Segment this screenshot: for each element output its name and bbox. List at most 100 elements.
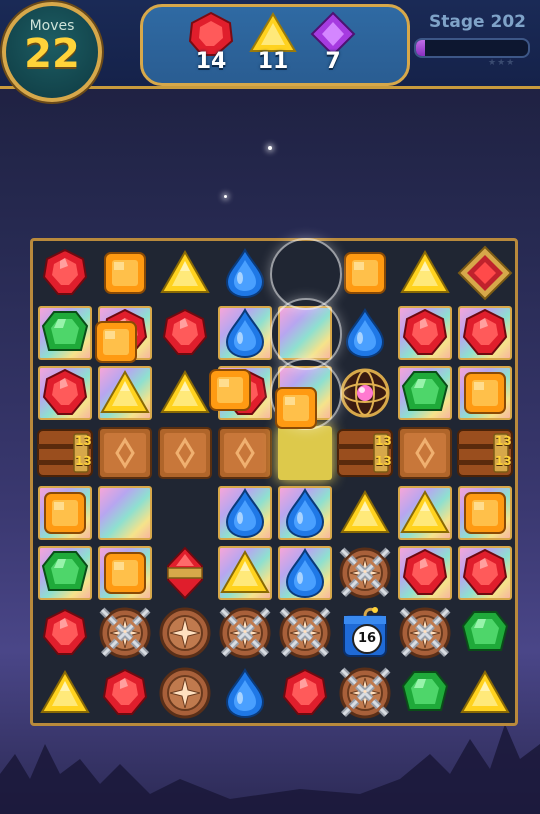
goal-yellow: 11 — [243, 11, 303, 73]
board-cell-compass[interactable] — [156, 664, 214, 722]
board-cell-orange-on-bonus[interactable] — [36, 484, 94, 542]
chain-lock-icon — [99, 607, 151, 659]
board-cell-red-diamond-tile[interactable] — [456, 244, 514, 302]
goal-red: 14 — [181, 11, 241, 73]
rainbow-orb-icon — [340, 368, 390, 418]
treasure-chest-icon — [337, 429, 393, 477]
board-cell-orange-on-bonus[interactable] — [96, 544, 154, 602]
board-cell-blue[interactable] — [216, 244, 274, 302]
board-cell-chained-compass[interactable] — [336, 544, 394, 602]
orange-gem-icon — [44, 492, 86, 534]
board-cell-yellow[interactable] — [156, 244, 214, 302]
falling-orange-gem — [267, 379, 325, 441]
board-cell-orange-on-bonus[interactable] — [456, 364, 514, 422]
board-cell-red-on-bonus[interactable] — [396, 304, 454, 362]
board-cell-crate[interactable] — [216, 424, 274, 482]
wooden-crate-icon — [158, 427, 212, 479]
yellow-gem-icon — [400, 249, 450, 293]
board-cell-red[interactable] — [276, 664, 334, 722]
falling-orange-gem — [201, 361, 259, 423]
orange-gem-icon — [209, 369, 251, 411]
bonus-tile — [98, 486, 152, 540]
compass-tile-icon — [159, 667, 211, 719]
wooden-crate-icon — [98, 427, 152, 479]
board-cell-crate[interactable] — [396, 424, 454, 482]
board-cell-yellow[interactable] — [36, 664, 94, 722]
green-gem-icon — [401, 671, 449, 711]
board-cell-red-on-bonus[interactable] — [396, 544, 454, 602]
yellow-gem-icon — [40, 669, 90, 713]
chest-counter: 13 — [375, 454, 392, 468]
board-cell-chained-compass[interactable] — [396, 604, 454, 662]
sky-star — [268, 146, 272, 150]
board-cell-yellow-on-bonus[interactable] — [216, 544, 274, 602]
board-cell-chained-compass[interactable] — [276, 604, 334, 662]
board-cell-red[interactable] — [156, 304, 214, 362]
board-cell-red-striped[interactable] — [156, 544, 214, 602]
green-gem-icon — [461, 611, 509, 651]
board-cell-red[interactable] — [36, 244, 94, 302]
board-cell-compass[interactable] — [156, 604, 214, 662]
board-cell-crate[interactable] — [156, 424, 214, 482]
board-cell-blue-on-bonus[interactable] — [216, 484, 274, 542]
chain-lock-icon — [339, 547, 391, 599]
board-cell-green[interactable] — [456, 604, 514, 662]
board-cell-red[interactable] — [36, 604, 94, 662]
board-cell-blue[interactable] — [216, 664, 274, 722]
sky-star — [224, 195, 227, 198]
falling-orange-gem — [87, 313, 145, 375]
red-gem-icon — [102, 668, 148, 715]
board-cell-chest[interactable]: 13 13 — [336, 424, 394, 482]
blue-gem-icon — [225, 247, 265, 299]
board-cell-yellow-on-bonus[interactable] — [396, 484, 454, 542]
red-gem-icon — [42, 368, 88, 415]
board-cell-red-on-bonus[interactable] — [456, 304, 514, 362]
treasure-chest-icon — [457, 429, 513, 477]
board-cell-chained-compass[interactable] — [336, 664, 394, 722]
board-cell-yellow[interactable] — [456, 664, 514, 722]
board-cell-chest[interactable]: 13 13 — [36, 424, 94, 482]
red-gem-icon — [282, 668, 328, 715]
board-cell-chained-compass[interactable] — [216, 604, 274, 662]
yellow-gem-icon — [460, 669, 510, 713]
stage-progress-bar — [414, 38, 530, 58]
red-gem-icon — [402, 308, 448, 355]
yellow-gem-icon — [400, 489, 450, 533]
board-cell-bonus[interactable] — [96, 484, 154, 542]
board-cell-orange-on-bonus[interactable] — [456, 484, 514, 542]
board-cell-red-on-bonus[interactable] — [456, 544, 514, 602]
chain-lock-icon — [339, 667, 391, 719]
board-cell-chained-compass[interactable] — [96, 604, 154, 662]
board-cell-crate[interactable] — [96, 424, 154, 482]
board-cell-red-on-bonus[interactable] — [36, 364, 94, 422]
chain-lock-icon — [279, 607, 331, 659]
board-cell-orange[interactable] — [336, 244, 394, 302]
blue-gem-icon — [225, 307, 265, 359]
progress-stars: ★★★ — [488, 58, 516, 68]
green-gem-icon — [41, 311, 89, 351]
board-cell-rainbow-orb[interactable] — [336, 364, 394, 422]
chain-lock-icon — [219, 607, 271, 659]
blue-gem-icon — [225, 667, 265, 719]
board-cell-blue-on-bonus[interactable] — [276, 484, 334, 542]
board-cell-bomb[interactable]: 16 — [336, 604, 394, 662]
red-gem-icon — [42, 248, 88, 295]
board-cell-green-on-bonus[interactable] — [36, 304, 94, 362]
board-cell-red[interactable] — [96, 664, 154, 722]
board-cell-green-on-bonus[interactable] — [396, 364, 454, 422]
orange-gem-icon — [104, 252, 146, 294]
board-cell-empty[interactable] — [156, 484, 214, 542]
goal-purple: 7 — [303, 11, 363, 73]
board-cell-green[interactable] — [396, 664, 454, 722]
board-cell-green-on-bonus[interactable] — [36, 544, 94, 602]
striped-red-gem-icon — [167, 546, 203, 600]
board-cell-chest[interactable]: 13 13 — [456, 424, 514, 482]
board-cell-blue-on-bonus[interactable] — [216, 304, 274, 362]
board-cell-yellow[interactable] — [396, 244, 454, 302]
board-cell-blue-on-bonus[interactable] — [276, 544, 334, 602]
board-cell-orange[interactable] — [96, 244, 154, 302]
orange-gem-icon — [464, 372, 506, 414]
board-cell-yellow[interactable] — [336, 484, 394, 542]
board-cell-blue[interactable] — [336, 304, 394, 362]
red-gem-icon — [462, 548, 508, 595]
